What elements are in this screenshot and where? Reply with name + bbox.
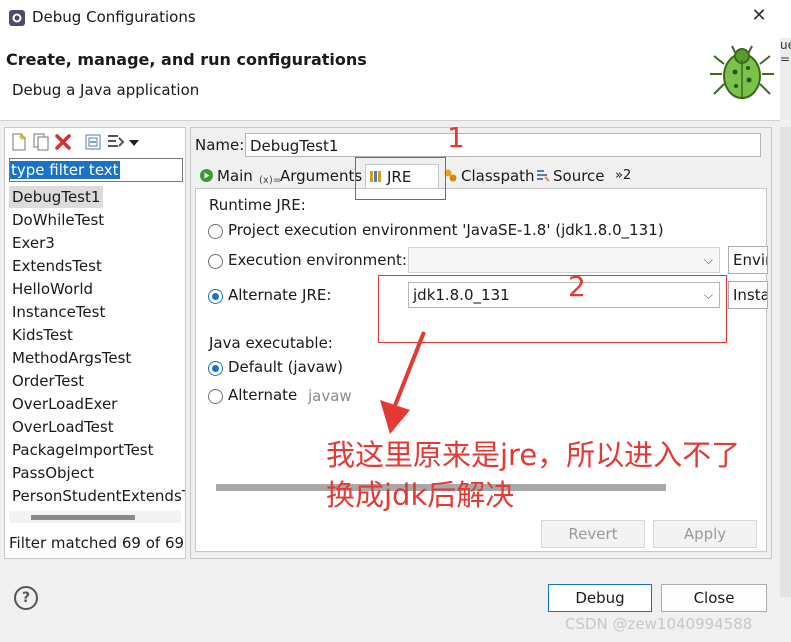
dialog-header: Create, manage, and run configurations D… <box>0 38 780 120</box>
execution-environment-select[interactable]: ⌵ <box>408 247 720 273</box>
window-title: Debug Configurations <box>32 8 196 26</box>
list-item[interactable]: PackageImportTest <box>12 439 154 461</box>
list-item[interactable]: PersonStudentExtendsTest <box>12 485 185 507</box>
delete-configuration-icon[interactable] <box>53 132 73 152</box>
project-environment-label: Project execution environment 'JavaSE-1.… <box>228 221 664 239</box>
list-item[interactable]: InstanceTest <box>12 301 105 323</box>
eclipse-app-icon <box>9 10 25 26</box>
debug-button[interactable]: Debug <box>548 584 652 612</box>
list-item[interactable]: OverLoadTest <box>12 416 114 438</box>
environments-button[interactable]: Environments... <box>728 246 768 274</box>
alternate-executable-label: Alternate <box>228 386 298 404</box>
collapse-all-icon[interactable] <box>83 132 103 152</box>
revert-button[interactable]: Revert <box>541 520 645 548</box>
window-close-button[interactable]: ✕ <box>748 5 770 27</box>
alternate-jre-label: Alternate JRE: <box>228 286 332 304</box>
list-item[interactable]: MethodArgsTest <box>12 347 131 369</box>
alternate-jre-radio[interactable] <box>208 289 223 304</box>
annotation-note-line1: 我这里原来是jre，所以进入不了 <box>326 438 741 472</box>
close-button[interactable]: Close <box>661 584 767 612</box>
title-bar: Debug Configurations ✕ <box>0 0 791 38</box>
tab-arguments-label: Arguments <box>280 167 363 185</box>
name-label: Name: <box>195 136 245 154</box>
runtime-jre-label: Runtime JRE: <box>209 196 306 214</box>
configuration-list: DebugTest1 DoWhileTest Exer3 ExtendsTest… <box>5 186 185 508</box>
list-item[interactable]: PassObject <box>12 462 94 484</box>
installed-jres-button[interactable]: Installed JREs... <box>728 281 768 309</box>
annotation-arrow-icon <box>380 331 426 434</box>
configuration-tabs: Main (x)=Arguments JRE Classpath Source … <box>195 164 765 188</box>
filter-input[interactable]: type filter text <box>9 158 183 182</box>
filter-status-text: Filter matched 69 of 69 items <box>9 534 185 552</box>
header-title: Create, manage, and run configurations <box>6 50 367 69</box>
arguments-icon: (x)= <box>259 175 282 186</box>
default-executable-radio[interactable] <box>208 361 223 376</box>
help-icon[interactable]: ? <box>14 586 38 610</box>
tab-classpath-label: Classpath <box>461 167 535 185</box>
chevron-down-icon: ⌵ <box>703 253 713 267</box>
launch-configuration-tree-panel: type filter text DebugTest1 DoWhileTest … <box>4 127 186 559</box>
execution-environment-radio[interactable] <box>208 254 223 269</box>
list-item[interactable]: OrderTest <box>12 370 84 392</box>
scrollbar-thumb[interactable] <box>31 515 135 520</box>
annotation-note-line2: 换成jdk后解决 <box>326 478 515 512</box>
list-item[interactable]: Exer3 <box>12 232 55 254</box>
tab-overflow-chevron[interactable]: »2 <box>615 164 631 188</box>
watermark-text: CSDN @zew1040994588 <box>565 615 753 633</box>
list-item[interactable]: OverLoadExer <box>12 393 117 415</box>
alternate-executable-input[interactable]: javaw <box>308 387 352 405</box>
annotation-marker-2: 2 <box>568 270 586 303</box>
filter-configurations-icon[interactable] <box>105 132 125 152</box>
apply-button[interactable]: Apply <box>653 520 757 548</box>
tab-main-label: Main <box>217 167 253 185</box>
debug-bug-icon <box>710 45 774 99</box>
configuration-name-input[interactable]: DebugTest1 <box>245 133 761 157</box>
java-executable-label: Java executable: <box>209 334 333 352</box>
list-item[interactable]: KidsTest <box>12 324 73 346</box>
tab-main[interactable]: Main <box>199 164 253 188</box>
list-item[interactable]: HelloWorld <box>12 278 93 300</box>
tab-arguments[interactable]: (x)=Arguments <box>259 164 362 188</box>
alternate-executable-radio[interactable] <box>208 389 223 404</box>
list-item[interactable]: ExtendsTest <box>12 255 102 277</box>
annotation-marker-1: 1 <box>447 121 465 154</box>
main-tab-icon <box>200 169 213 182</box>
duplicate-configuration-icon[interactable] <box>31 132 51 152</box>
execution-environment-label: Execution environment: <box>228 251 407 269</box>
tab-source[interactable]: Source <box>535 164 605 188</box>
annotation-box-jre-tab <box>355 157 446 200</box>
tab-classpath[interactable]: Classpath <box>443 164 535 188</box>
header-subtitle: Debug a Java application <box>12 81 200 99</box>
filter-placeholder-text: type filter text <box>10 161 120 179</box>
background-window-edge <box>780 127 791 597</box>
list-horizontal-scrollbar[interactable] <box>9 511 181 523</box>
project-environment-radio[interactable] <box>208 224 223 239</box>
list-item[interactable]: DoWhileTest <box>12 209 104 231</box>
header-separator <box>0 120 780 121</box>
background-window-peek: ue =2 <box>780 38 791 120</box>
tab-source-label: Source <box>553 167 605 185</box>
view-menu-chevron-down-icon[interactable] <box>127 132 141 152</box>
default-executable-label: Default (javaw) <box>228 358 343 376</box>
new-configuration-icon[interactable] <box>9 132 29 152</box>
list-item-debugtest1[interactable]: DebugTest1 <box>9 186 104 208</box>
source-icon <box>537 170 550 182</box>
